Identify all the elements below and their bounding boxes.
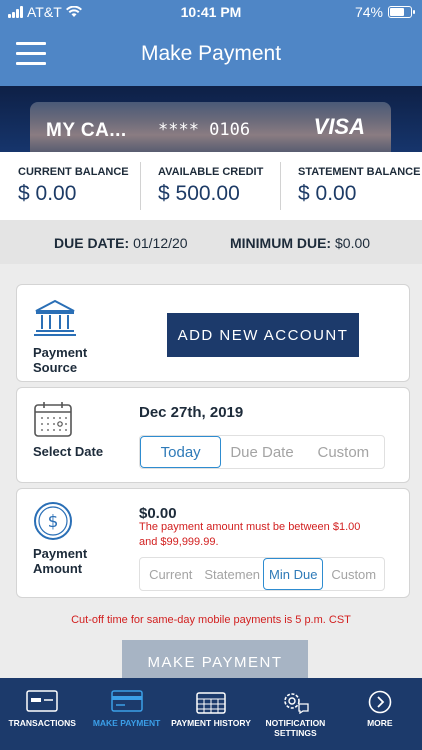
tab-more[interactable]: MORE bbox=[338, 678, 422, 750]
amount-option-custom[interactable]: Custom bbox=[323, 558, 384, 590]
current-balance: CURRENT BALANCE $ 0.00 bbox=[0, 152, 140, 220]
statement-balance-label: STATEMENT BALANCE bbox=[298, 166, 421, 178]
chevron-right-circle-icon bbox=[368, 690, 392, 714]
tab-payment-history[interactable]: PAYMENT HISTORY bbox=[169, 678, 253, 750]
due-date-label: DUE DATE: bbox=[54, 235, 130, 251]
statement-balance-amount: $ 0.00 bbox=[298, 182, 357, 205]
cutoff-notice: Cut-off time for same-day mobile payment… bbox=[71, 614, 351, 626]
payment-amount-label-line1: Payment bbox=[33, 546, 88, 561]
gear-bubble-icon bbox=[284, 693, 310, 714]
card-number: **** 0106 bbox=[158, 120, 251, 140]
app-header: Make Payment bbox=[0, 24, 422, 86]
visa-logo: VISA bbox=[313, 114, 365, 139]
date-option-custom[interactable]: Custom bbox=[303, 436, 384, 468]
available-credit-amount: $ 500.00 bbox=[158, 182, 240, 205]
available-credit: AVAILABLE CREDIT $ 500.00 bbox=[140, 152, 280, 220]
tab-label: TRANSACTIONS bbox=[8, 718, 76, 728]
tab-label: MAKE PAYMENT bbox=[92, 718, 161, 728]
svg-text:$: $ bbox=[48, 512, 59, 532]
amount-option-statement[interactable]: Statemen bbox=[201, 558, 262, 590]
select-date-label: Select Date bbox=[33, 444, 104, 459]
payment-amount-panel: $ Payment Amount $0.00 The payment amoun… bbox=[16, 488, 410, 598]
dollar-icon: $ bbox=[34, 502, 72, 540]
payment-amount-label: Payment Amount bbox=[33, 546, 87, 576]
bank-icon bbox=[34, 299, 76, 336]
due-date-value: 01/12/20 bbox=[133, 235, 188, 251]
status-bar: AT&T 10:41 PM 74% bbox=[0, 0, 422, 24]
current-balance-label: CURRENT BALANCE bbox=[18, 166, 129, 178]
card-icon bbox=[110, 690, 143, 712]
page-title: Make Payment bbox=[140, 42, 282, 65]
tab-make-payment[interactable]: MAKE PAYMENT bbox=[84, 678, 168, 750]
balance-summary: CURRENT BALANCE $ 0.00 AVAILABLE CREDIT … bbox=[0, 152, 422, 220]
battery-icon bbox=[388, 6, 415, 18]
amount-option-current[interactable]: Current bbox=[140, 558, 201, 590]
tab-label: NOTIFICATION SETTINGS bbox=[265, 718, 326, 738]
current-balance-amount: $ 0.00 bbox=[18, 182, 77, 205]
payment-amount-label-line2: Amount bbox=[33, 561, 83, 576]
battery-status: 74% bbox=[354, 4, 415, 20]
tab-label: MORE bbox=[367, 718, 393, 728]
payment-source-panel: Payment Source ADD NEW ACCOUNT bbox=[16, 284, 410, 382]
card-list-icon bbox=[26, 690, 58, 712]
statement-balance: STATEMENT BALANCE $ 0.00 bbox=[280, 152, 422, 220]
payment-source-label-line2: Source bbox=[33, 360, 78, 375]
card-name: MY CA... bbox=[46, 120, 127, 141]
date-option-today[interactable]: Today bbox=[140, 436, 222, 468]
amount-error-message: The payment amount must be between $1.00… bbox=[139, 521, 361, 548]
available-credit-label: AVAILABLE CREDIT bbox=[158, 166, 264, 178]
minimum-due-label: MINIMUM DUE: bbox=[230, 235, 332, 251]
tab-notification-settings[interactable]: NOTIFICATION SETTINGS bbox=[253, 678, 337, 750]
amount-option-selector: Current Statemen Min Due Custom bbox=[139, 557, 385, 591]
due-date: DUE DATE: 01/12/20 bbox=[54, 235, 188, 251]
selected-date: Dec 27th, 2019 bbox=[139, 404, 244, 421]
date-option-selector: Today Due Date Custom bbox=[139, 435, 385, 469]
battery-percent: 74% bbox=[354, 4, 383, 20]
select-date-panel: Select Date Dec 27th, 2019 Today Due Dat… bbox=[16, 387, 410, 483]
bottom-tab-bar: TRANSACTIONS MAKE PAYMENT PAYMENT HISTOR… bbox=[0, 678, 422, 750]
add-new-account-button[interactable]: ADD NEW ACCOUNT bbox=[167, 313, 359, 357]
date-option-due-date[interactable]: Due Date bbox=[221, 436, 302, 468]
calendar-icon bbox=[34, 402, 72, 437]
minimum-due-value: $0.00 bbox=[335, 235, 371, 251]
tab-transactions[interactable]: TRANSACTIONS bbox=[0, 678, 84, 750]
credit-card-image: MY CA... **** 0106 VISA bbox=[30, 102, 391, 152]
payment-source-label: Payment Source bbox=[33, 345, 87, 375]
amount-option-min-due[interactable]: Min Due bbox=[262, 558, 324, 590]
due-info: DUE DATE: 01/12/20 MINIMUM DUE: $0.00 bbox=[0, 220, 422, 264]
payment-source-label-line1: Payment bbox=[33, 345, 88, 360]
tab-label: PAYMENT HISTORY bbox=[171, 718, 251, 728]
minimum-due: MINIMUM DUE: $0.00 bbox=[230, 235, 370, 251]
card-banner: MY CA... **** 0106 VISA bbox=[0, 86, 422, 152]
calendar-grid-icon bbox=[196, 692, 226, 714]
